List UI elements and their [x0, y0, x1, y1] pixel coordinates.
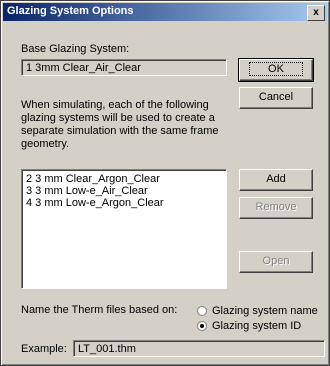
add-button[interactable]: Add	[239, 169, 313, 191]
naming-label: Name the Therm files based on:	[21, 304, 178, 316]
cancel-button[interactable]: Cancel	[239, 87, 313, 109]
base-glazing-label: Base Glazing System:	[21, 43, 130, 55]
open-button[interactable]: Open	[239, 251, 313, 273]
radio-glazing-system-id[interactable]: Glazing system ID	[197, 319, 301, 333]
base-glazing-field: 1 3mm Clear_Air_Clear	[21, 59, 227, 76]
radio-label: Glazing system name	[212, 305, 318, 317]
list-item[interactable]: 4 3 mm Low-e_Argon_Clear	[26, 197, 222, 209]
simulation-description: When simulating, each of the following g…	[21, 99, 219, 150]
example-label: Example:	[21, 343, 67, 355]
ok-button-label: OK	[249, 62, 303, 76]
dialog-title: Glazing System Options	[7, 5, 134, 17]
radio-glazing-system-name[interactable]: Glazing system name	[197, 304, 318, 318]
glazing-system-options-dialog: Glazing System Options x Base Glazing Sy…	[0, 0, 330, 366]
example-field: LT_001.thm	[73, 340, 325, 357]
radio-button-unselected[interactable]	[197, 306, 207, 316]
title-bar: Glazing System Options x	[3, 3, 327, 21]
radio-button-selected[interactable]	[197, 321, 207, 331]
radio-label: Glazing system ID	[212, 320, 302, 332]
remove-button[interactable]: Remove	[239, 197, 313, 219]
list-item[interactable]: 2 3 mm Clear_Argon_Clear	[26, 173, 222, 185]
ok-button[interactable]: OK	[238, 58, 314, 82]
list-item[interactable]: 3 3 mm Low-e_Air_Clear	[26, 185, 222, 197]
close-button[interactable]: x	[307, 5, 325, 21]
glazing-systems-list[interactable]: 2 3 mm Clear_Argon_Clear 3 3 mm Low-e_Ai…	[21, 169, 227, 289]
